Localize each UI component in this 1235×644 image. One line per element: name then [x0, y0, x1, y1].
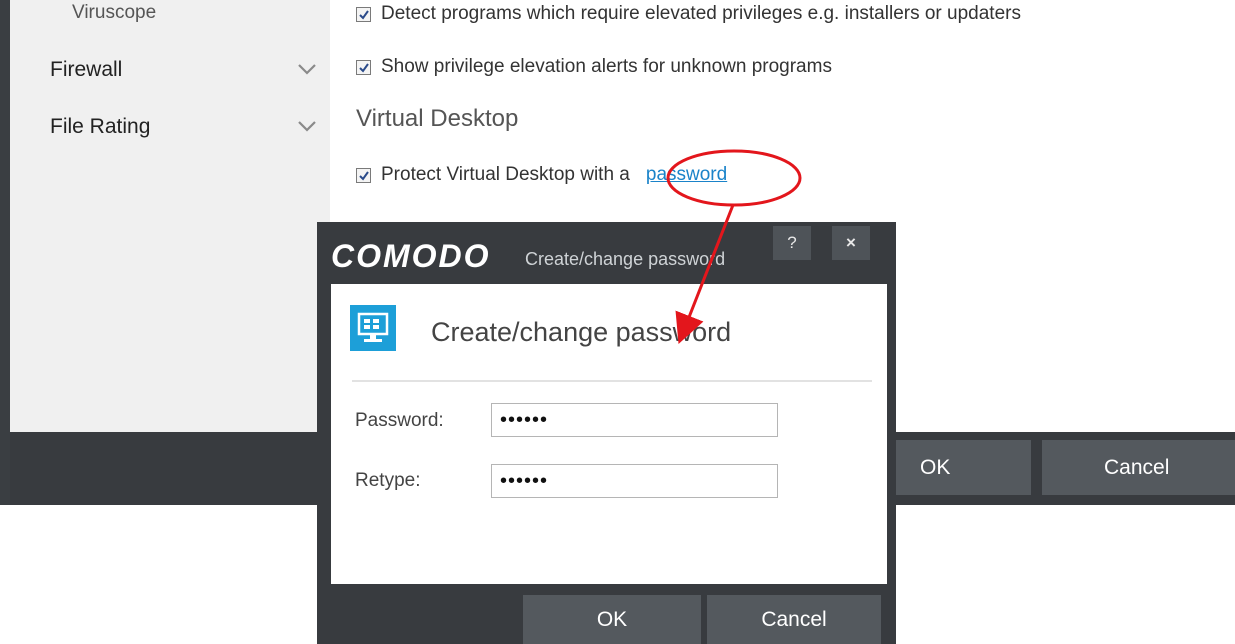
checkbox-protect-virtual-desktop[interactable]	[356, 167, 371, 183]
password-link[interactable]: password	[646, 164, 727, 186]
chevron-down-icon[interactable]	[295, 62, 319, 76]
divider	[352, 380, 872, 382]
sidebar: Viruscope Firewall File Rating	[10, 0, 330, 432]
checkbox-show-elevation-alerts[interactable]	[356, 59, 371, 75]
help-button[interactable]: ?	[773, 226, 811, 260]
option-detect-elevated: Detect programs which require elevated p…	[356, 3, 1021, 25]
checkmark-icon	[359, 9, 369, 20]
sidebar-item-file-rating[interactable]: File Rating	[50, 115, 150, 139]
checkbox-detect-elevated[interactable]	[356, 6, 371, 22]
dialog-ok-button[interactable]: OK	[523, 595, 701, 644]
retype-field[interactable]: ••••••	[491, 464, 778, 498]
dialog-heading: Create/change password	[431, 317, 732, 347]
retype-label: Retype:	[355, 470, 421, 491]
sidebar-item-firewall[interactable]: Firewall	[50, 58, 122, 82]
dialog-title: Create/change password	[525, 249, 726, 269]
checkmark-icon	[359, 62, 369, 73]
option-label: Detect programs which require elevated p…	[381, 3, 1021, 24]
cancel-button[interactable]: Cancel	[1042, 440, 1235, 495]
checkmark-icon	[359, 170, 369, 181]
ok-button[interactable]: OK	[893, 440, 1031, 495]
dialog-cancel-button[interactable]: Cancel	[707, 595, 881, 644]
option-label: Show privilege elevation alerts for unkn…	[381, 56, 832, 77]
create-password-dialog: COMODO Create/change password ? × Create…	[317, 222, 896, 644]
sidebar-item-viruscope[interactable]: Viruscope	[72, 2, 156, 24]
window-left-edge	[0, 0, 10, 505]
password-label: Password:	[355, 410, 444, 431]
option-label: Protect Virtual Desktop with a	[381, 164, 630, 185]
virtual-desktop-icon	[350, 305, 396, 351]
chevron-down-icon[interactable]	[295, 119, 319, 133]
option-protect-virtual-desktop: Protect Virtual Desktop with a password	[356, 164, 727, 186]
option-show-elevation-alerts: Show privilege elevation alerts for unkn…	[356, 56, 832, 78]
section-heading-virtual-desktop: Virtual Desktop	[356, 105, 519, 132]
password-field[interactable]: ••••••	[491, 403, 778, 437]
comodo-logo: COMODO	[331, 238, 491, 274]
dialog-body: Create/change password Password: •••••• …	[331, 284, 887, 584]
close-button[interactable]: ×	[832, 226, 870, 260]
